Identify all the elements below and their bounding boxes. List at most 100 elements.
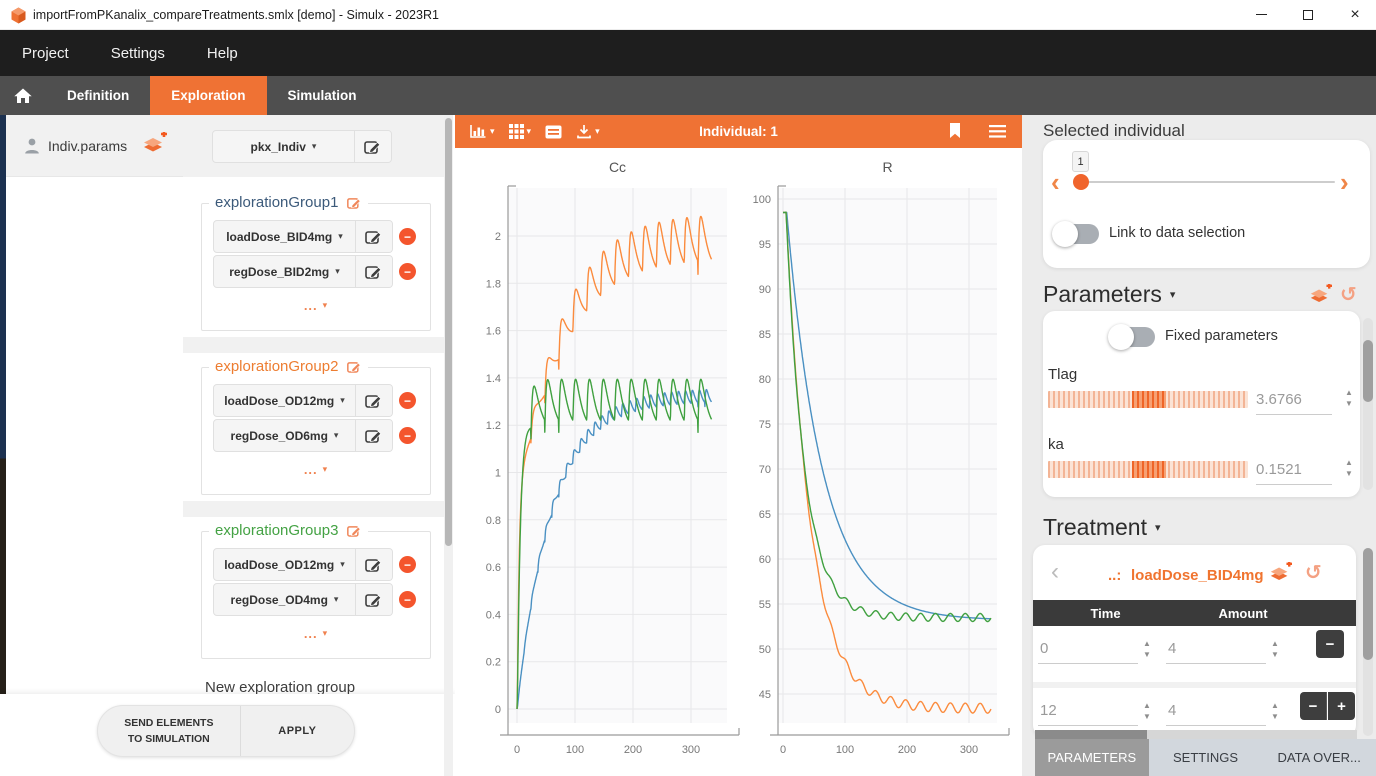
remove-dose-row-button[interactable]: − (1300, 692, 1327, 720)
tab-simulation[interactable]: Simulation (267, 76, 378, 115)
time-input[interactable]: 0 (1038, 638, 1138, 664)
title-bar: importFromPKanalix_compareTreatments.sml… (0, 0, 1376, 30)
ellipsis-icon: ... (304, 298, 318, 313)
export-button[interactable]: ▾ (576, 124, 600, 139)
param-stepper-ka[interactable]: ▲ ▼ (1345, 459, 1353, 478)
param-value-ka[interactable]: 0.1521 (1256, 461, 1332, 485)
amount-stepper[interactable]: ▲▼ (1271, 702, 1279, 721)
treatment-selected-name[interactable]: loadDose_BID4mg (1131, 567, 1264, 584)
chevron-down-icon: ▾ (490, 126, 495, 137)
minimize-button[interactable] (1244, 0, 1278, 29)
remove-treatment-button[interactable]: − (399, 392, 416, 409)
treatment-hscrollbar-thumb[interactable] (1035, 730, 1147, 739)
model-dropdown[interactable]: pkx_Indiv ▾ (213, 131, 354, 162)
amount-input[interactable]: 4 (1166, 638, 1266, 664)
menu-icon[interactable] (989, 124, 1006, 139)
home-tab[interactable] (0, 76, 46, 115)
group-more-button[interactable]: ... ▾ (202, 462, 430, 477)
treatment-edit-button[interactable] (355, 221, 392, 252)
treatment-edit-button[interactable] (355, 385, 392, 416)
spin-up-icon[interactable]: ▲ (1345, 459, 1353, 467)
add-dose-row-button[interactable]: + (1328, 692, 1355, 720)
sidebar-item-indiv-params[interactable]: Indiv.params (6, 115, 183, 177)
rename-group-icon[interactable] (347, 524, 362, 538)
home-icon (13, 87, 33, 104)
group-more-button[interactable]: ... ▾ (202, 626, 430, 641)
spin-down-icon[interactable]: ▼ (1345, 400, 1353, 408)
treatment-edit-button[interactable] (355, 549, 392, 580)
tab-data-overlay[interactable]: DATA OVER... (1262, 739, 1376, 776)
add-parameter-element-icon[interactable] (1306, 284, 1334, 308)
amount-input[interactable]: 4 (1166, 700, 1266, 726)
reset-treatment-icon[interactable]: ↺ (1305, 563, 1322, 583)
treatment-dropdown-label: loadDose_OD12mg (224, 394, 334, 408)
add-indiv-params-icon[interactable] (140, 132, 168, 158)
add-treatment-element-icon[interactable] (1266, 562, 1294, 586)
send-to-simulation-button[interactable]: SEND ELEMENTS TO SIMULATION (98, 706, 241, 756)
treatment-dropdown[interactable]: regDose_OD6mg ▾ (214, 420, 355, 451)
param-value-tlag[interactable]: 3.6766 (1256, 391, 1332, 415)
panel-scrollbar-thumb[interactable] (445, 118, 452, 546)
rename-group-icon[interactable] (347, 360, 362, 374)
amount-stepper[interactable]: ▲▼ (1271, 640, 1279, 659)
remove-treatment-button[interactable]: − (399, 263, 416, 280)
r-chart[interactable]: R45505560657075808590951000100200300 (745, 148, 1035, 776)
cc-chart[interactable]: Cc00.20.40.60.811.21.41.61.820100200300 (455, 148, 745, 776)
treatment-dropdown[interactable]: regDose_BID2mg ▾ (214, 256, 355, 287)
tab-exploration[interactable]: Exploration (150, 76, 266, 115)
param-stepper-tlag[interactable]: ▲ ▼ (1345, 389, 1353, 408)
remove-dose-row-button[interactable]: − (1316, 630, 1344, 658)
menu-settings[interactable]: Settings (111, 45, 165, 62)
plot-type-button[interactable]: ▾ (469, 124, 495, 139)
svg-text:1.2: 1.2 (486, 420, 501, 432)
time-stepper[interactable]: ▲▼ (1143, 640, 1151, 659)
close-button[interactable]: × (1338, 0, 1372, 29)
link-data-toggle[interactable] (1055, 224, 1099, 244)
legend-list-button[interactable] (545, 125, 562, 139)
layout-grid-button[interactable]: ▾ (509, 124, 532, 139)
individual-next-icon[interactable]: › (1340, 169, 1349, 195)
model-edit-button[interactable] (354, 131, 391, 162)
treatment-prev-icon[interactable]: ‹ (1051, 560, 1059, 584)
tab-settings[interactable]: SETTINGS (1149, 739, 1263, 776)
group-more-button[interactable]: ... ▾ (202, 298, 430, 313)
reset-parameters-icon[interactable]: ↺ (1340, 285, 1357, 305)
remove-treatment-button[interactable]: − (399, 591, 416, 608)
remove-treatment-button[interactable]: − (399, 228, 416, 245)
apply-button[interactable]: APPLY (241, 706, 354, 756)
remove-treatment-button[interactable]: − (399, 427, 416, 444)
sidebar-item-treatments[interactable]: Treatments (6, 448, 183, 490)
treatment-edit-button[interactable] (355, 584, 392, 615)
individual-slider-handle[interactable] (1073, 174, 1089, 190)
menu-help[interactable]: Help (207, 45, 238, 62)
maximize-button[interactable] (1291, 0, 1325, 29)
individual-prev-icon[interactable]: ‹ (1051, 169, 1060, 195)
treatment-edit-button[interactable] (355, 420, 392, 451)
individual-slider-track[interactable] (1073, 181, 1335, 183)
param-slider-ka[interactable] (1048, 461, 1248, 478)
treatment-dropdown[interactable]: loadDose_BID4mg ▾ (214, 221, 355, 252)
parameters-scrollbar-thumb[interactable] (1363, 340, 1373, 402)
spin-up-icon[interactable]: ▲ (1345, 389, 1353, 397)
treatment-edit-button[interactable] (355, 256, 392, 287)
spin-down-icon[interactable]: ▼ (1345, 470, 1353, 478)
treatment-dropdown[interactable]: regDose_OD4mg ▾ (214, 584, 355, 615)
tab-definition[interactable]: Definition (46, 76, 150, 115)
rename-group-icon[interactable] (347, 196, 362, 210)
group-legend: explorationGroup3 (209, 522, 368, 539)
menu-project[interactable]: Project (22, 45, 69, 62)
parameters-section-header[interactable]: Parameters ▾ (1043, 281, 1175, 308)
bookmark-icon[interactable] (949, 122, 961, 139)
tab-parameters[interactable]: PARAMETERS (1035, 739, 1149, 776)
param-slider-tlag[interactable] (1048, 391, 1248, 408)
treatment-dropdown[interactable]: loadDose_OD12mg ▾ (214, 549, 355, 580)
time-input[interactable]: 12 (1038, 700, 1138, 726)
time-stepper[interactable]: ▲▼ (1143, 702, 1151, 721)
remove-treatment-button[interactable]: − (399, 556, 416, 573)
fixed-parameters-toggle[interactable] (1111, 327, 1155, 347)
svg-text:50: 50 (759, 644, 771, 656)
treatment-scrollbar-thumb[interactable] (1363, 548, 1373, 660)
treatment-section-header[interactable]: Treatment ▾ (1043, 514, 1161, 541)
minus-icon: − (404, 231, 411, 243)
treatment-dropdown[interactable]: loadDose_OD12mg ▾ (214, 385, 355, 416)
